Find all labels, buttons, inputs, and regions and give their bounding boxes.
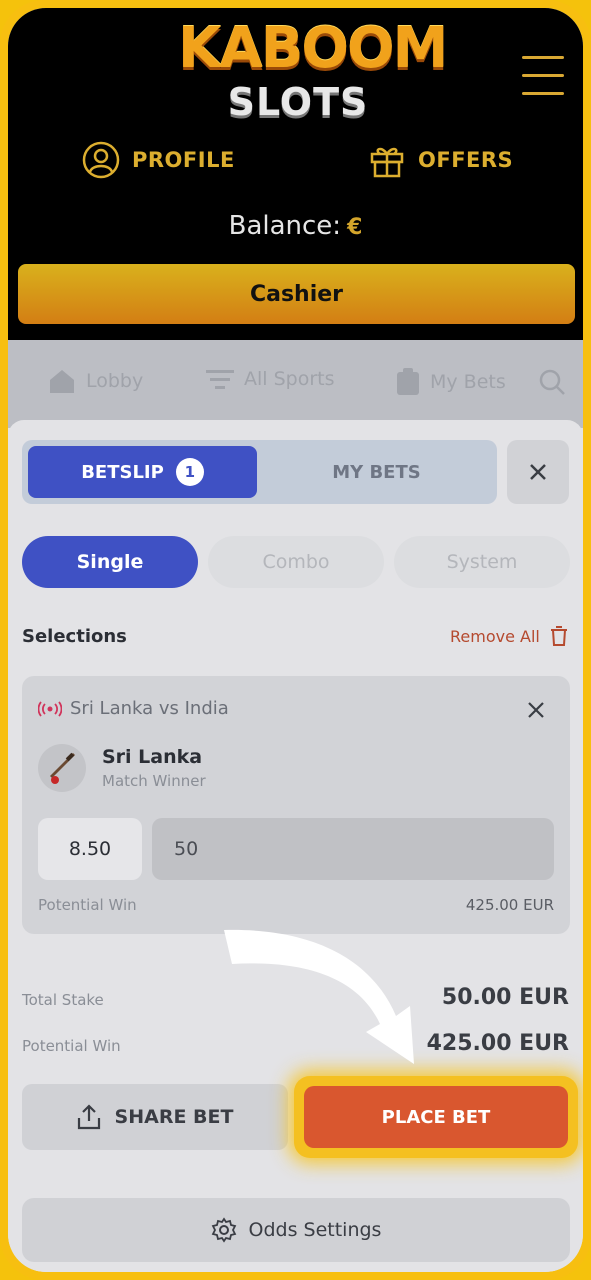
filter-icon <box>206 370 234 389</box>
share-bet-button[interactable]: SHARE BET <box>22 1084 288 1150</box>
selection-potential-win-value: 425.00 EUR <box>465 896 554 914</box>
betslip-tabs: BETSLIP 1 MY BETS <box>22 440 497 504</box>
nav-lobby-label: Lobby <box>86 370 144 392</box>
profile-link[interactable]: PROFILE <box>82 140 235 180</box>
match-row: Sri Lanka vs India <box>38 698 229 719</box>
trash-icon <box>550 626 567 646</box>
nav-my-bets[interactable]: My Bets <box>396 368 506 396</box>
mode-single[interactable]: Single <box>22 536 198 588</box>
cricket-icon <box>38 744 86 792</box>
app-screen: KABOOM SLOTS PROFILE OFFERS Balance: € C… <box>8 8 583 1272</box>
mode-combo[interactable]: Combo <box>208 536 384 588</box>
mode-system[interactable]: System <box>394 536 570 588</box>
nav-my-bets-label: My Bets <box>430 371 506 393</box>
place-bet-button[interactable]: PLACE BET <box>304 1086 568 1148</box>
nav-all-sports-label: All Sports <box>244 368 335 390</box>
total-stake-label: Total Stake <box>22 991 104 1009</box>
tab-betslip-label: BETSLIP <box>81 461 164 483</box>
offers-link[interactable]: OFFERS <box>368 140 513 180</box>
selections-title: Selections <box>22 626 127 647</box>
offers-label: OFFERS <box>418 148 514 172</box>
hamburger-icon[interactable] <box>522 54 564 96</box>
close-icon <box>530 464 546 480</box>
logo[interactable]: KABOOM SLOTS <box>178 14 448 126</box>
nav-all-sports[interactable]: All Sports <box>206 368 335 390</box>
live-icon <box>38 700 62 717</box>
selection-potential-win-label: Potential Win <box>38 896 137 914</box>
selection-market: Match Winner <box>102 772 206 790</box>
total-stake-value: 50.00 EUR <box>441 985 569 1010</box>
search-icon <box>539 369 565 395</box>
logo-top-text: KABOOM <box>178 16 448 81</box>
logo-bottom-text: SLOTS <box>227 80 369 124</box>
selection-odds: 8.50 <box>38 818 142 880</box>
odds-settings-label: Odds Settings <box>248 1219 382 1241</box>
betslip-sheet: BETSLIP 1 MY BETS Single Combo System Se… <box>8 420 583 1272</box>
stake-input[interactable] <box>152 818 554 880</box>
profile-label: PROFILE <box>132 148 235 172</box>
close-icon <box>528 702 544 718</box>
betslip-count-badge: 1 <box>175 458 204 486</box>
share-icon <box>77 1104 100 1130</box>
tab-my-bets[interactable]: MY BETS <box>262 446 491 498</box>
tab-betslip[interactable]: BETSLIP 1 <box>28 446 257 498</box>
search-button[interactable] <box>538 368 566 396</box>
potential-win-label: Potential Win <box>22 1037 121 1055</box>
balance-display: Balance: € <box>8 211 583 241</box>
remove-all-button[interactable]: Remove All <box>450 626 568 646</box>
gear-icon <box>211 1217 236 1243</box>
remove-all-label: Remove All <box>450 626 540 646</box>
clipboard-icon <box>397 368 419 395</box>
match-name: Sri Lanka vs India <box>70 698 229 719</box>
selection-card: Sri Lanka vs India Sri Lanka Match Winne… <box>22 676 570 934</box>
arrow-icon <box>224 929 414 1064</box>
gift-icon <box>370 147 404 178</box>
sports-nav: Lobby All Sports My Bets <box>8 340 583 428</box>
potential-win-value: 425.00 EUR <box>426 1031 569 1056</box>
cashier-button[interactable]: Cashier <box>18 264 575 324</box>
balance-currency: € <box>347 215 363 240</box>
device-frame: KABOOM SLOTS PROFILE OFFERS Balance: € C… <box>0 0 591 1280</box>
header: KABOOM SLOTS PROFILE OFFERS Balance: € C… <box>8 8 583 340</box>
home-icon <box>50 370 74 393</box>
profile-icon <box>82 141 120 179</box>
remove-selection-button[interactable] <box>522 696 550 724</box>
share-bet-label: SHARE BET <box>114 1106 234 1128</box>
odds-settings-button[interactable]: Odds Settings <box>22 1198 570 1262</box>
close-betslip-button[interactable] <box>507 440 569 504</box>
nav-lobby[interactable]: Lobby <box>48 368 143 394</box>
selection-team: Sri Lanka <box>102 746 203 768</box>
balance-label: Balance: <box>228 211 342 241</box>
